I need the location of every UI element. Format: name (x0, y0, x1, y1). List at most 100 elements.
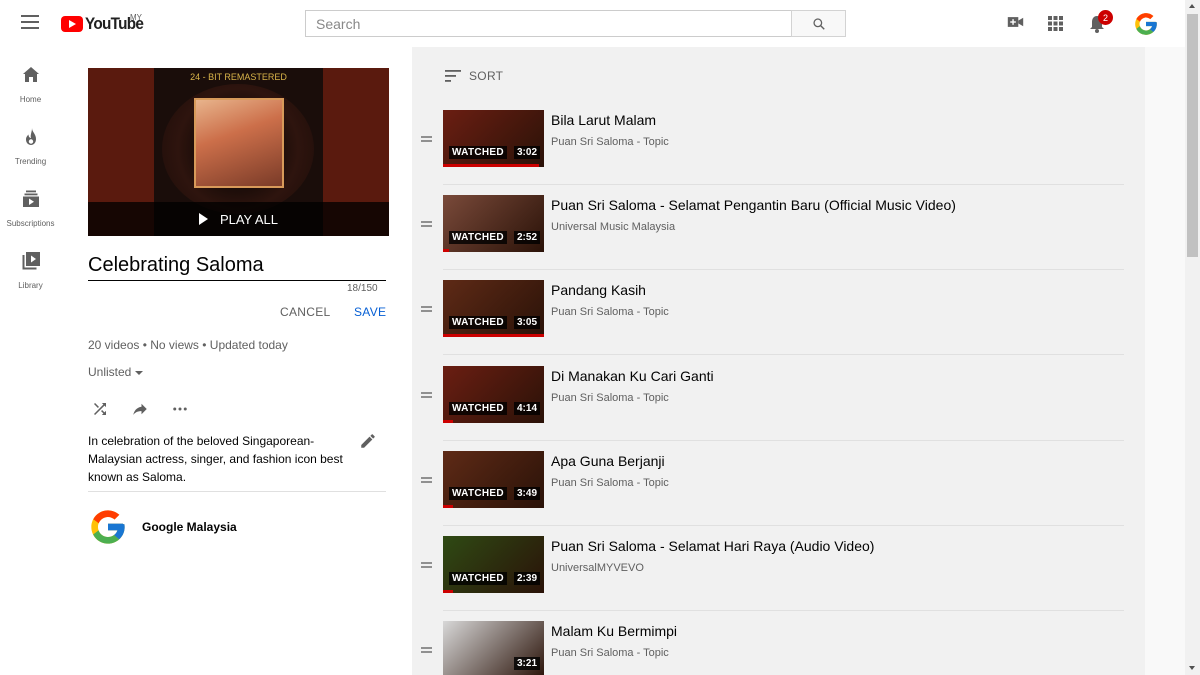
video-row[interactable]: WATCHED 3:05 Pandang Kasih Puan Sri Saloma … (412, 269, 1124, 356)
watched-label: WATCHED (449, 486, 507, 500)
duration-badge: 4:14 (513, 401, 540, 415)
watch-progress-bar (443, 504, 454, 508)
video-title[interactable]: Apa Guna Berjanji (551, 453, 665, 469)
video-thumbnail[interactable]: WATCHED 2:39 (443, 536, 544, 593)
nav-item-trending[interactable]: Trending (0, 127, 61, 166)
video-title[interactable]: Di Manakan Ku Cari Ganti (551, 368, 714, 384)
playlist-stats: 20 videos • No views • Updated today (88, 338, 288, 352)
video-thumbnail[interactable]: WATCHED 4:14 (443, 365, 544, 423)
nav-label-library: Library (18, 281, 43, 290)
watch-progress-bar (443, 249, 450, 253)
video-title[interactable]: Pandang Kasih (551, 282, 646, 298)
share-button[interactable] (128, 399, 152, 419)
watched-label: WATCHED (449, 572, 507, 585)
drag-handle-icon[interactable] (421, 221, 432, 229)
search-bar (305, 10, 846, 37)
notification-count-badge: 2 (1098, 10, 1113, 25)
playlist-actions (88, 399, 208, 419)
page-margin (1145, 47, 1185, 675)
duration-badge: 2:52 (513, 231, 540, 245)
duration-badge: 3:02 (513, 146, 540, 159)
drag-handle-icon[interactable] (421, 306, 432, 314)
playlist-title-input[interactable]: Celebrating Saloma (88, 254, 386, 281)
playlist-thumbnail[interactable]: 24 - BIT REMASTERED PLAY ALL (88, 68, 389, 236)
drag-handle-icon[interactable] (421, 647, 432, 655)
watched-label: WATCHED (449, 231, 507, 245)
video-title[interactable]: Puan Sri Saloma - Selamat Pengantin Baru… (551, 197, 956, 213)
youtube-logo[interactable]: YouTube MY (61, 13, 150, 34)
owner-avatar-icon[interactable] (88, 507, 128, 547)
video-thumbnail[interactable]: WATCHED 3:49 (443, 450, 544, 508)
google-account-avatar-icon[interactable] (1133, 11, 1159, 42)
shuffle-button[interactable] (88, 399, 112, 419)
search-icon (812, 17, 825, 30)
privacy-dropdown[interactable]: Unlisted (88, 365, 144, 379)
channel-name[interactable]: Puan Sri Saloma - Topic (551, 392, 669, 404)
watched-label: WATCHED (449, 316, 507, 330)
title-char-count: 18/150 (347, 283, 378, 294)
play-all-label: PLAY ALL (219, 211, 279, 227)
library-icon (22, 252, 40, 270)
cancel-button[interactable]: CANCEL (280, 305, 330, 319)
create-video-icon[interactable] (1007, 15, 1024, 34)
video-thumbnail[interactable]: WATCHED 3:05 (443, 280, 544, 338)
channel-name[interactable]: Puan Sri Saloma - Topic (551, 136, 669, 148)
video-row[interactable]: WATCHED 4:14 Di Manakan Ku Cari Ganti Puan … (412, 355, 1124, 441)
watch-progress-bar (443, 164, 539, 167)
more-options-button[interactable] (168, 399, 192, 419)
video-title[interactable]: Bila Larut Malam (551, 112, 656, 128)
video-row[interactable]: WATCHED 2:39 Puan Sri Saloma - Selamat Har… (412, 525, 1124, 611)
edit-description-button[interactable] (359, 432, 377, 455)
save-button[interactable]: SAVE (354, 305, 386, 319)
video-title[interactable]: Malam Ku Bermimpi (551, 623, 677, 639)
country-code: MY (130, 13, 142, 22)
scroll-up-arrow-icon[interactable] (1189, 4, 1195, 8)
left-nav: Home Trending Subscriptions Library (0, 47, 61, 675)
cover-banner: 24 - BIT REMASTERED (190, 72, 287, 82)
watch-progress-bar (443, 419, 454, 423)
play-icon (198, 213, 208, 225)
more-horizontal-icon (173, 407, 187, 411)
sort-label: SORT (469, 69, 504, 83)
video-row[interactable]: WATCHED 2:52 Puan Sri Saloma - Selamat Pen… (412, 184, 1124, 271)
channel-name[interactable]: Universal Music Malaysia (551, 221, 675, 233)
channel-name[interactable]: UniversalMYVEVO (551, 562, 644, 574)
nav-item-subscriptions[interactable]: Subscriptions (0, 189, 61, 228)
channel-name[interactable]: Puan Sri Saloma - Topic (551, 647, 669, 659)
sort-button[interactable]: SORT (445, 69, 503, 83)
video-row[interactable]: WATCHED 3:02 Bila Larut Malam Puan Sri Salo… (412, 99, 1124, 185)
channel-name[interactable]: Puan Sri Saloma - Topic (551, 477, 669, 489)
drag-handle-icon[interactable] (421, 562, 432, 570)
video-row[interactable]: 3:21 Malam Ku Bermimpi Puan Sri Saloma - T… (412, 610, 1124, 675)
drag-handle-icon[interactable] (421, 136, 432, 144)
watch-progress-bar (443, 334, 544, 338)
drag-handle-icon[interactable] (421, 476, 432, 485)
hamburger-menu-icon[interactable] (21, 15, 39, 29)
nav-item-home[interactable]: Home (0, 65, 61, 104)
channel-name[interactable]: Puan Sri Saloma - Topic (551, 306, 669, 318)
search-button[interactable] (791, 10, 846, 37)
search-input[interactable] (305, 10, 791, 37)
watched-label: WATCHED (449, 401, 507, 415)
video-thumbnail[interactable]: 3:21 (443, 621, 544, 675)
nav-label-subscriptions: Subscriptions (6, 219, 55, 228)
drag-handle-icon[interactable] (421, 391, 432, 400)
play-all-button[interactable]: PLAY ALL (88, 202, 389, 236)
vertical-scrollbar[interactable] (1185, 0, 1200, 675)
owner-name-link[interactable]: Google Malaysia (142, 520, 237, 534)
pencil-icon (361, 434, 375, 448)
video-thumbnail[interactable]: WATCHED 3:02 (443, 110, 544, 167)
video-thumbnail[interactable]: WATCHED 2:52 (443, 195, 544, 253)
apps-grid-icon[interactable] (1048, 16, 1063, 36)
scroll-down-arrow-icon[interactable] (1189, 666, 1195, 670)
duration-badge: 3:21 (513, 657, 540, 671)
video-row[interactable]: WATCHED 3:49 Apa Guna Berjanji Puan Sri Sal… (412, 440, 1124, 526)
nav-item-library[interactable]: Library (0, 251, 61, 290)
share-arrow-icon (133, 403, 147, 415)
watch-progress-bar (443, 590, 454, 593)
video-title[interactable]: Puan Sri Saloma - Selamat Hari Raya (Aud… (551, 538, 874, 554)
shuffle-icon (94, 403, 106, 415)
scrollbar-thumb[interactable] (1187, 14, 1198, 257)
playlist-description: In celebration of the beloved Singaporea… (88, 434, 343, 484)
nav-label-home: Home (19, 95, 42, 104)
